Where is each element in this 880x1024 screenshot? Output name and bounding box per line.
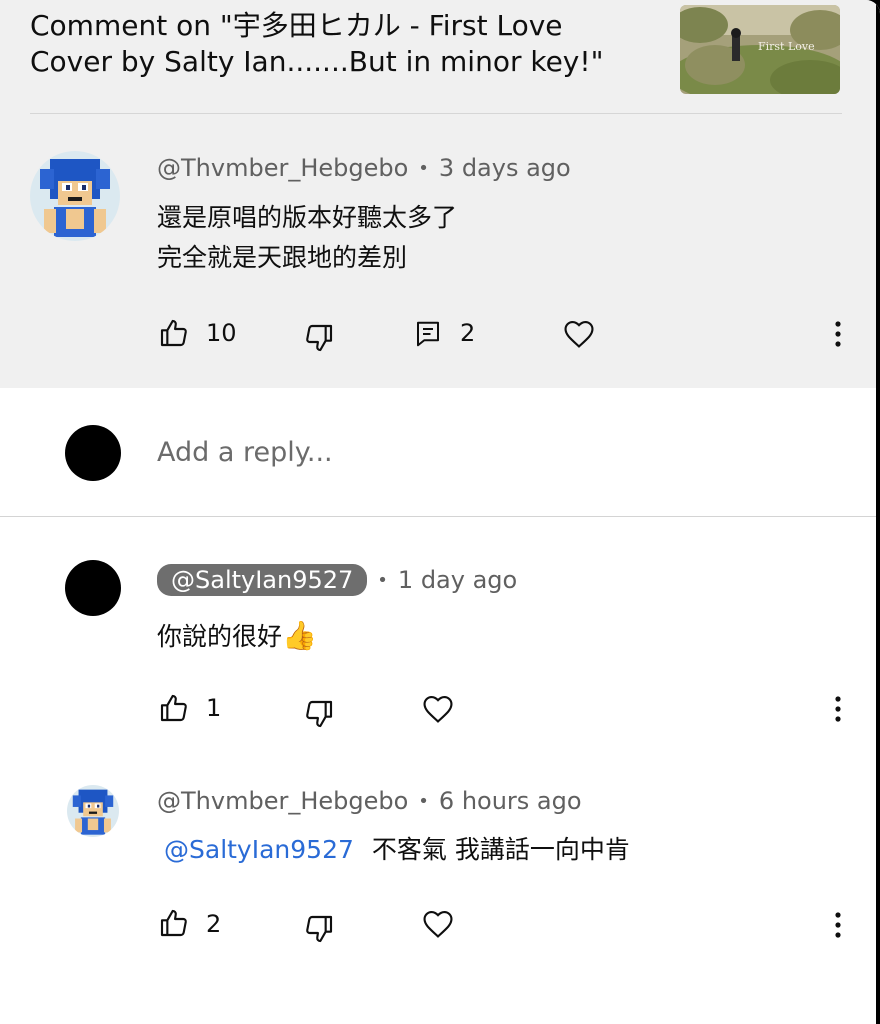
thumbs-up-emoji: 👍 — [282, 619, 317, 652]
like-count: 10 — [206, 319, 237, 347]
thumbs-down-icon[interactable] — [303, 322, 335, 354]
thumbs-up-icon[interactable] — [158, 692, 190, 724]
thumbs-down-icon[interactable] — [303, 913, 335, 945]
meta-separator: • — [418, 157, 429, 179]
video-title[interactable]: Comment on "宇多田ヒカル - First Love Cover by… — [30, 8, 670, 80]
meta-separator: • — [377, 569, 388, 591]
divider — [0, 516, 876, 517]
comment-header-panel: Comment on "宇多田ヒカル - First Love Cover by… — [0, 0, 880, 388]
comment-thread-screen: Comment on "宇多田ヒカル - First Love Cover by… — [0, 0, 880, 1024]
reply-text: 你說的很好👍 — [157, 616, 317, 657]
meta-separator: • — [418, 790, 429, 812]
reply-time: 6 hours ago — [438, 787, 582, 815]
more-vertical-icon[interactable] — [826, 909, 850, 941]
more-vertical-icon[interactable] — [826, 318, 850, 350]
like-count: 2 — [206, 910, 222, 938]
reply-meta: @Thvmber_Hebgebo • 6 hours ago — [157, 787, 582, 815]
reply-count: 2 — [460, 319, 476, 347]
avatar[interactable] — [67, 785, 119, 837]
thumbs-up-icon[interactable] — [158, 907, 190, 939]
heart-icon[interactable] — [421, 692, 455, 724]
heart-icon[interactable] — [562, 317, 596, 349]
avatar[interactable] — [65, 560, 121, 616]
heart-icon[interactable] — [421, 907, 455, 939]
comment-text-line-1: 還是原唱的版本好聽太多了 — [157, 203, 458, 232]
comment-meta: @Thvmber_Hebgebo • 3 days ago — [157, 154, 571, 182]
mention-link[interactable]: @SaltyIan9527 — [164, 835, 354, 864]
avatar — [65, 425, 121, 481]
comment-author[interactable]: @Thvmber_Hebgebo — [157, 154, 408, 182]
reply-text-body: 不客氣 我講話一向中肯 — [371, 835, 630, 864]
reply-author-chip[interactable]: @SaltyIan9527 — [157, 564, 368, 596]
thumbs-down-icon[interactable] — [303, 698, 335, 730]
reply-text-body: 你說的很好 — [157, 622, 283, 651]
like-count: 1 — [206, 694, 222, 722]
comment-time: 3 days ago — [438, 154, 571, 182]
video-thumbnail[interactable]: First Love — [680, 5, 840, 94]
reply-input[interactable]: Add a reply... — [157, 437, 333, 468]
thumbs-up-icon[interactable] — [158, 317, 190, 349]
reply-meta: @SaltyIan9527 • 1 day ago — [157, 564, 517, 596]
comment-text-line-2: 完全就是天跟地的差別 — [157, 243, 408, 272]
video-title-line-1: Comment on "宇多田ヒカル - First Love — [30, 9, 563, 42]
comment-text: 還是原唱的版本好聽太多了 完全就是天跟地的差別 — [157, 198, 457, 278]
thumbnail-caption: First Love — [758, 40, 815, 53]
more-vertical-icon[interactable] — [826, 693, 850, 725]
reply-author[interactable]: @Thvmber_Hebgebo — [157, 787, 408, 815]
reply-icon[interactable] — [413, 319, 443, 349]
reply-text: @SaltyIan9527 不客氣 我講話一向中肯 — [164, 830, 630, 870]
avatar[interactable] — [30, 151, 120, 241]
reply-time: 1 day ago — [397, 566, 518, 594]
divider — [30, 113, 842, 114]
video-title-line-2: Cover by Salty Ian.......But in minor ke… — [30, 45, 604, 78]
